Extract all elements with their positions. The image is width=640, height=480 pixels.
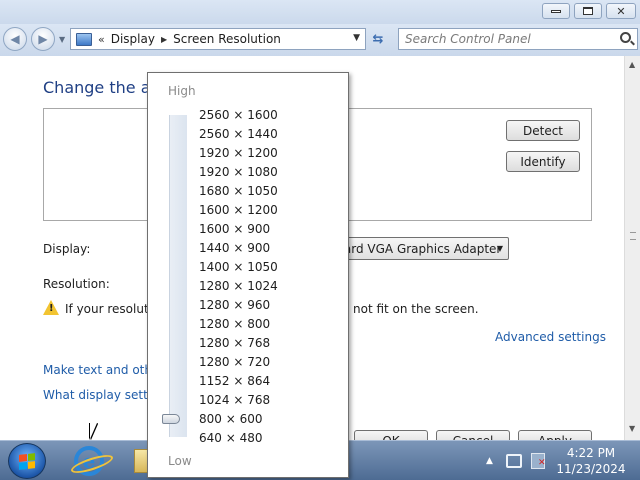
breadcrumb-screen-resolution[interactable]: Screen Resolution [173,32,281,46]
resolution-option[interactable]: 1920 × 1200 [199,144,278,163]
network-disconnected-icon[interactable] [531,453,546,469]
resolution-option[interactable]: 2560 × 1440 [199,125,278,144]
search-box[interactable] [398,28,638,50]
back-arrow-icon: ◀ [10,32,20,46]
vertical-scrollbar[interactable]: ▲ ▼ [624,56,640,440]
resolution-dropdown-popup: High 2560 × 1600 2560 × 1440 1920 × 1200 19… [147,72,349,478]
resolution-label: Resolution: [43,277,110,291]
maximize-icon [583,7,593,15]
control-panel-icon [76,32,92,46]
resolution-options-list: 2560 × 1600 2560 × 1440 1920 × 1200 1920 × … [199,106,278,448]
address-dropdown-icon[interactable]: ▼ [353,33,360,43]
resolution-option[interactable]: 2560 × 1600 [199,106,278,125]
start-button[interactable] [8,443,46,479]
forward-button[interactable]: ▶ [31,27,55,51]
scroll-down-icon[interactable]: ▼ [629,424,635,433]
breadcrumb-separator-icon[interactable]: ▶ [161,35,167,44]
clock-time: 4:22 PM [566,446,616,460]
file-explorer-icon[interactable] [134,449,148,473]
resolution-option[interactable]: 1920 × 1080 [199,163,278,182]
resolution-option[interactable]: 1280 × 800 [199,315,278,334]
advanced-settings-link[interactable]: Advanced settings [495,330,606,344]
display-select-value: Standard VGA Graphics Adapter [331,241,502,256]
show-hidden-icons-icon[interactable]: ▲ [486,456,493,466]
slider-high-label: High [168,84,196,98]
resolution-option[interactable]: 1400 × 1050 [199,258,278,277]
clock-date: 11/23/2024 [556,462,626,476]
internet-explorer-icon[interactable]: e [74,446,104,476]
resolution-slider-track[interactable] [169,115,187,437]
minimize-icon [551,9,561,13]
detect-button[interactable]: Detect [506,120,580,141]
address-bar[interactable]: « Display ▶ Screen Resolution ▼ [70,28,366,50]
breadcrumb-display[interactable]: Display [111,32,155,46]
warning-icon [43,300,59,315]
mouse-cursor-icon [90,423,97,439]
resolution-option[interactable]: 1024 × 768 [199,391,278,410]
search-input[interactable] [405,32,605,46]
resolution-option[interactable]: 1600 × 900 [199,220,278,239]
resolution-option[interactable]: 1280 × 720 [199,353,278,372]
resolution-option[interactable]: 640 × 480 [199,429,278,448]
maximize-button[interactable] [574,3,602,19]
slider-low-label: Low [168,454,192,468]
resolution-option[interactable]: 800 × 600 [199,410,278,429]
resolution-option[interactable]: 1152 × 864 [199,372,278,391]
back-button[interactable]: ◀ [3,27,27,51]
windows-logo-icon [19,452,35,470]
resolution-option[interactable]: 1600 × 1200 [199,201,278,220]
resolution-option[interactable]: 1280 × 1024 [199,277,278,296]
warning-text-left: If your resolutio [65,302,160,316]
resolution-option[interactable]: 1280 × 960 [199,296,278,315]
refresh-button[interactable]: ⇆ [367,28,389,50]
action-center-icon[interactable] [506,454,522,468]
close-button[interactable]: ✕ [606,3,636,19]
resolution-slider-thumb[interactable] [162,414,180,424]
display-label: Display: [43,242,91,256]
identify-button[interactable]: Identify [506,151,580,172]
search-icon[interactable] [620,32,631,43]
scroll-up-icon[interactable]: ▲ [629,60,635,69]
resolution-option[interactable]: 1680 × 1050 [199,182,278,201]
minimize-button[interactable] [542,3,570,19]
refresh-icon: ⇆ [372,31,384,47]
breadcrumb-overflow[interactable]: « [98,33,105,46]
resolution-option[interactable]: 1280 × 768 [199,334,278,353]
warning-text-right: not fit on the screen. [353,302,479,316]
title-bar: ✕ [0,0,640,24]
clock[interactable]: 4:22 PM 11/23/2024 [556,445,626,477]
display-select[interactable]: Standard VGA Graphics Adapter ▼ [330,237,509,260]
recent-pages-dropdown-icon[interactable]: ▼ [59,35,65,44]
scroll-grip[interactable] [630,232,636,240]
chevron-down-icon: ▼ [496,244,503,253]
resolution-option[interactable]: 1440 × 900 [199,239,278,258]
close-icon: ✕ [616,4,626,18]
navigation-bar: ◀ ▶ ▼ « Display ▶ Screen Resolution ▼ ⇆ [0,24,640,56]
forward-arrow-icon: ▶ [38,32,48,46]
